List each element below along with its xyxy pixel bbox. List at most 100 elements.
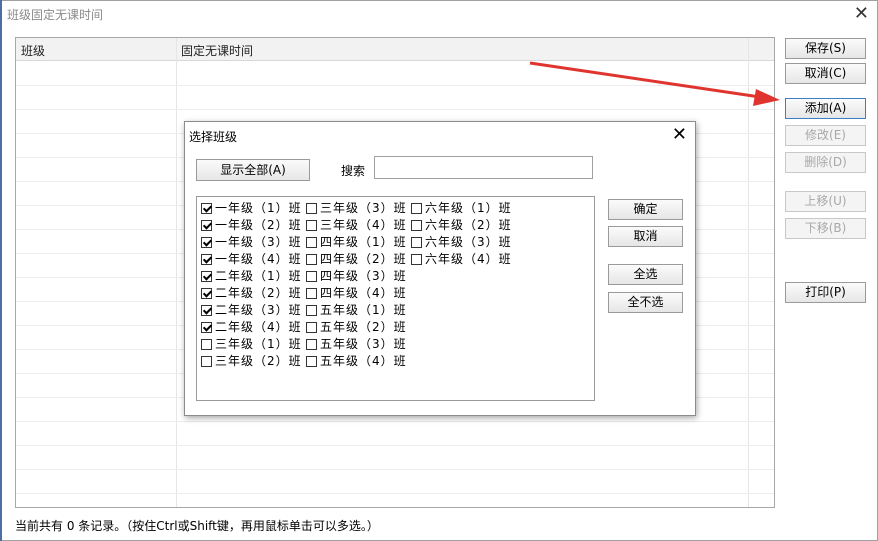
- class-checkbox-label: 二年级（3）班: [215, 303, 302, 317]
- window-close-icon[interactable]: ✕: [854, 3, 869, 24]
- checkbox-checked-icon[interactable]: [201, 220, 212, 231]
- class-checkbox-label: 三年级（4）班: [320, 218, 407, 232]
- checkbox-unchecked-icon[interactable]: [306, 237, 317, 248]
- checkbox-checked-icon[interactable]: [201, 271, 212, 282]
- dialog-title: 选择班级: [189, 130, 238, 144]
- save-button[interactable]: 保存(S): [785, 38, 866, 59]
- class-checkbox-label: 一年级（2）班: [215, 218, 302, 232]
- show-all-button[interactable]: 显示全部(A): [196, 159, 310, 181]
- status-bar-text: 当前共有 0 条记录。（按住Ctrl或Shift键，再用鼠标单击可以多选。）: [15, 519, 379, 533]
- class-checkbox-label: 三年级（2）班: [215, 354, 302, 368]
- class-checkbox-item[interactable]: 五年级（2）班: [306, 319, 407, 336]
- checkbox-unchecked-icon[interactable]: [306, 305, 317, 316]
- class-checkbox-item[interactable]: 三年级（1）班: [201, 336, 302, 353]
- checkbox-unchecked-icon[interactable]: [201, 339, 212, 350]
- class-checkbox-item[interactable]: 一年级（2）班: [201, 217, 302, 234]
- checkbox-unchecked-icon[interactable]: [306, 203, 317, 214]
- checkbox-checked-icon[interactable]: [201, 288, 212, 299]
- class-checkbox-item[interactable]: 三年级（4）班: [306, 217, 407, 234]
- class-checkbox-label: 三年级（3）班: [320, 201, 407, 215]
- dialog-close-icon[interactable]: ✕: [672, 124, 687, 145]
- class-checkbox-item[interactable]: 四年级（4）班: [306, 285, 407, 302]
- checkbox-checked-icon[interactable]: [201, 305, 212, 316]
- class-checkbox-label: 二年级（1）班: [215, 269, 302, 283]
- grid-col-fixed-time[interactable]: 固定无课时间: [181, 42, 253, 59]
- class-checkbox-label: 一年级（1）班: [215, 201, 302, 215]
- class-checkbox-item[interactable]: 二年级（3）班: [201, 302, 302, 319]
- class-checkbox-label: 五年级（1）班: [320, 303, 407, 317]
- class-checkbox-label: 四年级（4）班: [320, 286, 407, 300]
- select-class-dialog: 选择班级 ✕ 显示全部(A) 搜索 一年级（1）班 一年级（2）班 一年级（3）班一…: [184, 121, 696, 416]
- grid-row-line: [16, 421, 774, 422]
- class-checkbox-label: 六年级（4）班: [425, 252, 512, 266]
- class-checkbox-label: 四年级（1）班: [320, 235, 407, 249]
- class-checkbox-item[interactable]: 六年级（4）班: [411, 251, 512, 268]
- checkbox-unchecked-icon[interactable]: [306, 356, 317, 367]
- class-checkbox-item[interactable]: 五年级（3）班: [306, 336, 407, 353]
- class-checkbox-item[interactable]: 四年级（2）班: [306, 251, 407, 268]
- grid-row-line: [16, 445, 774, 446]
- checkbox-unchecked-icon[interactable]: [306, 288, 317, 299]
- class-checkbox-item[interactable]: 二年级（4）班: [201, 319, 302, 336]
- window-titlebar: 班级固定无课时间 ✕: [1, 1, 877, 27]
- class-checkbox-item[interactable]: 二年级（2）班: [201, 285, 302, 302]
- class-checkbox-label: 一年级（4）班: [215, 252, 302, 266]
- class-checkbox-item[interactable]: 六年级（2）班: [411, 217, 512, 234]
- window-title: 班级固定无课时间: [7, 8, 104, 22]
- grid-header: 班级 固定无课时间: [16, 38, 774, 61]
- select-none-button[interactable]: 全不选: [608, 292, 683, 313]
- move-down-button[interactable]: 下移(B): [785, 218, 866, 239]
- class-checkbox-item[interactable]: 六年级（1）班: [411, 200, 512, 217]
- checkbox-unchecked-icon[interactable]: [306, 339, 317, 350]
- checkbox-unchecked-icon[interactable]: [306, 322, 317, 333]
- class-checkbox-list: 一年级（1）班 一年级（2）班 一年级（3）班 一年级（4）班 二年级（1）班二年级（2…: [196, 196, 595, 401]
- class-checkbox-item[interactable]: 四年级（1）班: [306, 234, 407, 251]
- checkbox-unchecked-icon[interactable]: [306, 271, 317, 282]
- delete-button[interactable]: 删除(D): [785, 152, 866, 173]
- grid-row-line: [16, 109, 774, 110]
- checkbox-checked-icon[interactable]: [201, 322, 212, 333]
- dialog-cancel-button[interactable]: 取消: [608, 226, 683, 247]
- class-checkbox-item[interactable]: 三年级（3）班: [306, 200, 407, 217]
- class-checkbox-label: 三年级（1）班: [215, 337, 302, 351]
- grid-row-line: [16, 85, 774, 86]
- checkbox-unchecked-icon[interactable]: [411, 254, 422, 265]
- class-checkbox-item[interactable]: 六年级（3）班: [411, 234, 512, 251]
- checkbox-unchecked-icon[interactable]: [306, 254, 317, 265]
- class-checkbox-item[interactable]: 一年级（4）班: [201, 251, 302, 268]
- move-up-button[interactable]: 上移(U): [785, 191, 866, 212]
- checkbox-unchecked-icon[interactable]: [411, 237, 422, 248]
- class-checkbox-label: 六年级（2）班: [425, 218, 512, 232]
- grid-row-line: [16, 469, 774, 470]
- checkbox-unchecked-icon[interactable]: [411, 220, 422, 231]
- class-checkbox-label: 五年级（4）班: [320, 354, 407, 368]
- class-checkbox-item[interactable]: 一年级（1）班: [201, 200, 302, 217]
- class-checkbox-label: 二年级（4）班: [215, 320, 302, 334]
- background-window-edge: [0, 0, 2, 541]
- search-input[interactable]: [374, 156, 593, 179]
- class-checkbox-label: 六年级（1）班: [425, 201, 512, 215]
- cancel-button[interactable]: 取消(C): [785, 63, 866, 84]
- checkbox-checked-icon[interactable]: [201, 203, 212, 214]
- checkbox-unchecked-icon[interactable]: [201, 356, 212, 367]
- class-checkbox-item[interactable]: 五年级（1）班: [306, 302, 407, 319]
- select-all-button[interactable]: 全选: [608, 264, 683, 285]
- confirm-button[interactable]: 确定: [608, 199, 683, 220]
- grid-col-class[interactable]: 班级: [21, 42, 45, 59]
- class-checkbox-item[interactable]: 三年级（2）班: [201, 353, 302, 370]
- edit-button[interactable]: 修改(E): [785, 125, 866, 146]
- class-checkbox-item[interactable]: 二年级（1）班: [201, 268, 302, 285]
- add-button[interactable]: 添加(A): [785, 98, 866, 119]
- checkbox-checked-icon[interactable]: [201, 254, 212, 265]
- class-checkbox-item[interactable]: 五年级（4）班: [306, 353, 407, 370]
- class-checkbox-label: 五年级（3）班: [320, 337, 407, 351]
- class-checkbox-label: 一年级（3）班: [215, 235, 302, 249]
- checkbox-unchecked-icon[interactable]: [411, 203, 422, 214]
- class-checkbox-label: 六年级（3）班: [425, 235, 512, 249]
- checkbox-unchecked-icon[interactable]: [306, 220, 317, 231]
- search-label: 搜索: [341, 164, 366, 178]
- class-checkbox-item[interactable]: 四年级（3）班: [306, 268, 407, 285]
- class-checkbox-item[interactable]: 一年级（3）班: [201, 234, 302, 251]
- checkbox-checked-icon[interactable]: [201, 237, 212, 248]
- print-button[interactable]: 打印(P): [785, 282, 866, 303]
